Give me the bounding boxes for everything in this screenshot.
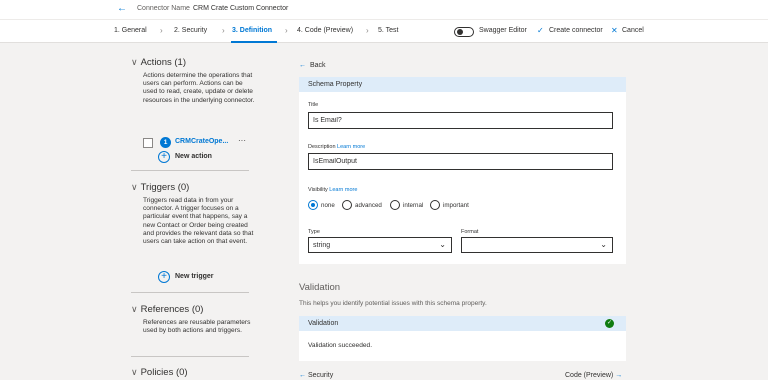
description-label: Description Learn more: [308, 144, 365, 150]
create-connector-button[interactable]: Create connector: [549, 27, 603, 34]
policies-title: Policies (0): [140, 367, 188, 378]
active-tab-indicator: [231, 41, 277, 43]
radio-advanced[interactable]: [342, 200, 352, 210]
swagger-editor-toggle[interactable]: [454, 27, 474, 37]
learn-more-link[interactable]: Learn more: [337, 144, 365, 150]
top-bar: ← Connector Name CRM Crate Custom Connec…: [0, 0, 768, 19]
type-value: string: [313, 242, 331, 249]
validation-title: Validation: [299, 282, 341, 293]
triggers-description: Triggers read data in from your connecto…: [143, 197, 254, 246]
actions-title: Actions (1): [140, 57, 186, 68]
operation-number-badge: 1: [160, 137, 171, 148]
chevron-down-icon: ∨: [131, 304, 138, 314]
chevron-down-icon: ∨: [131, 182, 138, 192]
close-icon: ✕: [611, 26, 618, 35]
operation-name[interactable]: CRMCrateOpe...: [175, 138, 228, 145]
validation-message: Validation succeeded.: [308, 342, 373, 349]
connector-name-label: Connector Name: [137, 5, 190, 12]
tab-general[interactable]: 1. General: [114, 27, 147, 34]
previous-step-label: Security: [307, 372, 334, 379]
tab-security[interactable]: 2. Security: [174, 27, 207, 34]
divider: [131, 292, 249, 293]
chevron-right-icon: ›: [366, 26, 369, 35]
new-action-label: New action: [175, 153, 212, 160]
arrow-left-icon[interactable]: ←: [117, 3, 127, 14]
references-section-header[interactable]: ∨ References (0): [131, 304, 203, 315]
radio-none-label: none: [321, 202, 335, 209]
validation-description: This helps you identify potential issues…: [299, 300, 487, 307]
next-step-button[interactable]: Code (Preview) →: [565, 372, 622, 379]
format-label: Format: [461, 229, 479, 235]
format-select[interactable]: ⌄: [461, 237, 613, 253]
chevron-right-icon: ›: [222, 26, 225, 35]
add-icon: +: [158, 151, 170, 163]
new-trigger-label: New trigger: [175, 273, 214, 280]
tab-code-preview[interactable]: 4. Code (Preview): [297, 27, 353, 34]
divider: [131, 356, 249, 357]
tab-definition[interactable]: 3. Definition: [232, 27, 272, 34]
visibility-label-text: Visibility: [308, 187, 328, 193]
arrow-left-icon: ←: [299, 62, 306, 69]
description-input[interactable]: [308, 153, 613, 170]
radio-important[interactable]: [430, 200, 440, 210]
schema-property-header: Schema Property: [299, 77, 626, 92]
checkmark-circle-icon: ✓: [605, 319, 614, 328]
triggers-section-header[interactable]: ∨ Triggers (0): [131, 182, 189, 193]
chevron-right-icon: ›: [285, 26, 288, 35]
cancel-button[interactable]: Cancel: [622, 27, 644, 34]
policies-section-header[interactable]: ∨ Policies (0): [131, 367, 188, 378]
radio-internal-label: internal: [403, 202, 424, 209]
radio-none[interactable]: [308, 200, 318, 210]
title-label: Title: [308, 102, 319, 108]
checkmark-icon: ✓: [537, 26, 544, 35]
connector-name-value[interactable]: CRM Crate Custom Connector: [193, 5, 288, 12]
type-label: Type: [308, 229, 320, 235]
type-select[interactable]: string ⌄: [308, 237, 452, 253]
chevron-down-icon: ∨: [131, 57, 138, 67]
learn-more-link[interactable]: Learn more: [329, 187, 357, 193]
description-label-text: Description: [308, 144, 336, 150]
schema-property-card: Schema Property Title Description Learn …: [299, 77, 626, 264]
references-description: References are reusable parameters used …: [143, 319, 251, 335]
actions-section-header[interactable]: ∨ Actions (1): [131, 57, 186, 68]
chevron-down-icon: ⌄: [439, 240, 446, 249]
validation-header-label: Validation: [308, 320, 339, 327]
next-step-label: Code (Preview): [565, 372, 614, 379]
previous-step-button[interactable]: ← Security: [299, 372, 333, 379]
chevron-right-icon: ›: [160, 26, 163, 35]
chevron-down-icon: ∨: [131, 367, 138, 377]
radio-internal[interactable]: [390, 200, 400, 210]
actions-description: Actions determine the operations that us…: [143, 72, 255, 104]
wizard-steps-bar: 1. General › 2. Security › 3. Definition…: [0, 19, 768, 43]
triggers-title: Triggers (0): [140, 182, 190, 193]
title-input[interactable]: [308, 112, 613, 129]
toggle-knob: [457, 29, 463, 35]
more-options-icon[interactable]: ···: [238, 136, 246, 145]
radio-advanced-label: advanced: [355, 202, 382, 209]
back-label: Back: [310, 62, 326, 69]
arrow-left-icon: ←: [299, 372, 306, 379]
tab-test[interactable]: 5. Test: [378, 27, 399, 34]
swagger-editor-label[interactable]: Swagger Editor: [479, 27, 527, 34]
radio-important-label: important: [443, 202, 469, 209]
add-icon: +: [158, 271, 170, 283]
references-title: References (0): [140, 304, 204, 315]
divider: [131, 170, 249, 171]
back-link[interactable]: ← Back: [299, 62, 326, 69]
operation-checkbox[interactable]: [143, 138, 153, 148]
chevron-down-icon: ⌄: [600, 240, 607, 249]
validation-header: Validation ✓: [299, 316, 626, 331]
arrow-right-icon: →: [615, 372, 623, 379]
visibility-label: Visibility Learn more: [308, 187, 357, 193]
validation-card: Validation ✓ Validation succeeded.: [299, 316, 626, 361]
